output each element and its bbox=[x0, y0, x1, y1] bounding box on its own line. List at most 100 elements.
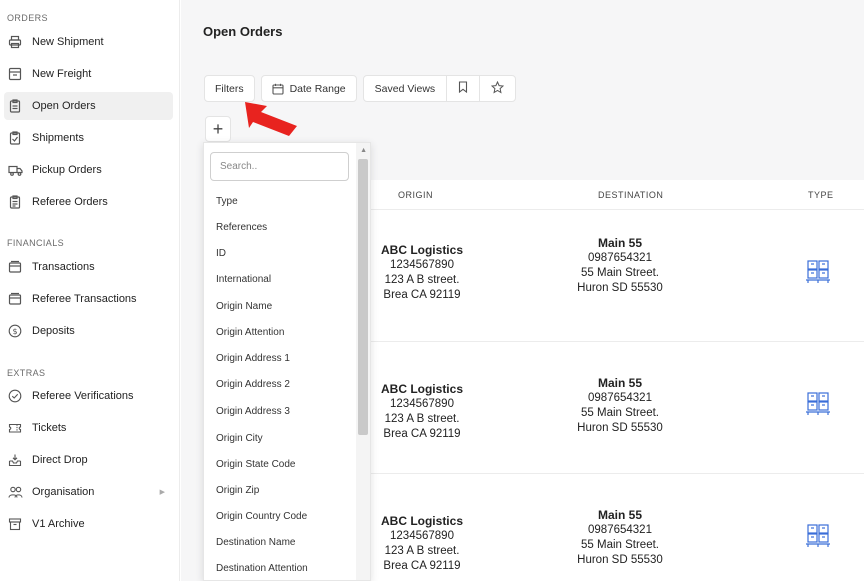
destination-street: 55 Main Street. bbox=[581, 539, 659, 551]
sidebar-item-referee-transactions[interactable]: Referee Transactions bbox=[4, 285, 173, 313]
saved-views-button[interactable]: Saved Views bbox=[364, 76, 448, 101]
column-header-destination[interactable]: DESTINATION bbox=[598, 190, 663, 200]
sidebar-item-label: Referee Transactions bbox=[32, 293, 137, 305]
sidebar: ORDERS New Shipment New Freight Open Ord… bbox=[0, 0, 180, 581]
filter-option-origin-attention[interactable]: Origin Attention bbox=[216, 327, 284, 338]
origin-name: ABC Logistics bbox=[380, 382, 463, 396]
filter-search-input[interactable] bbox=[210, 152, 349, 181]
destination-city: Huron SD 55530 bbox=[577, 282, 663, 294]
sidebar-item-deposits[interactable]: $ Deposits bbox=[4, 317, 173, 345]
destination-city: Huron SD 55530 bbox=[577, 554, 663, 566]
filter-option-origin-zip[interactable]: Origin Zip bbox=[216, 485, 259, 496]
bookmark-button[interactable] bbox=[447, 76, 481, 101]
freight-box-icon bbox=[7, 66, 23, 82]
filter-option-destination-attention[interactable]: Destination Attention bbox=[216, 563, 308, 574]
chevron-right-icon: ▶ bbox=[159, 489, 165, 496]
destination-phone: 0987654321 bbox=[588, 524, 652, 536]
favorite-button[interactable] bbox=[480, 76, 515, 101]
sidebar-item-new-shipment[interactable]: New Shipment bbox=[4, 28, 173, 56]
filter-option-origin-city[interactable]: Origin City bbox=[216, 433, 263, 444]
orders-table: ORIGIN DESTINATION TYPE ABC Logistics 12… bbox=[371, 180, 864, 581]
origin-street: 123 A B street. bbox=[384, 413, 460, 425]
sidebar-item-label: Pickup Orders bbox=[32, 164, 102, 176]
sidebar-item-tickets[interactable]: Tickets bbox=[4, 414, 173, 442]
scroll-up-arrow-icon[interactable]: ▲ bbox=[360, 147, 367, 154]
sidebar-item-label: Deposits bbox=[32, 325, 75, 337]
column-header-type[interactable]: TYPE bbox=[808, 190, 834, 200]
dropdown-scrollbar[interactable]: ▲ bbox=[356, 143, 370, 580]
sidebar-item-v1-archive[interactable]: V1 Archive bbox=[4, 510, 173, 538]
filters-label: Filters bbox=[215, 82, 244, 95]
filter-option-id[interactable]: ID bbox=[216, 248, 226, 259]
date-range-label: Date Range bbox=[289, 82, 346, 95]
saved-views-group: Saved Views bbox=[362, 75, 517, 102]
check-circle-icon bbox=[7, 388, 23, 404]
sidebar-item-label: Organisation bbox=[32, 486, 95, 498]
filter-option-destination-name[interactable]: Destination Name bbox=[216, 537, 295, 548]
column-header-origin[interactable]: ORIGIN bbox=[398, 190, 433, 200]
wallet-icon bbox=[7, 259, 23, 275]
scroll-thumb[interactable] bbox=[358, 159, 368, 435]
table-row[interactable]: ABC Logistics 1234567890 123 A B street.… bbox=[371, 474, 864, 581]
destination-street: 55 Main Street. bbox=[581, 407, 659, 419]
star-icon bbox=[490, 80, 505, 97]
sidebar-item-label: Shipments bbox=[32, 132, 84, 144]
filter-option-international[interactable]: International bbox=[216, 274, 271, 285]
people-icon bbox=[7, 484, 23, 500]
sidebar-item-organisation[interactable]: Organisation ▶ bbox=[4, 478, 173, 506]
filter-option-origin-name[interactable]: Origin Name bbox=[216, 301, 272, 312]
ticket-icon bbox=[7, 420, 23, 436]
sidebar-item-pickup-orders[interactable]: Pickup Orders bbox=[4, 156, 173, 184]
destination-name: Main 55 bbox=[597, 508, 642, 522]
origin-city: Brea CA 92119 bbox=[383, 289, 461, 301]
clipboard-check-icon bbox=[7, 130, 23, 146]
destination-phone: 0987654321 bbox=[588, 252, 652, 264]
origin-name: ABC Logistics bbox=[380, 243, 463, 257]
table-row[interactable]: ABC Logistics 1234567890 123 A B street.… bbox=[371, 210, 864, 342]
archive-icon bbox=[7, 516, 23, 532]
page-title: Open Orders bbox=[203, 24, 283, 39]
sidebar-item-label: Open Orders bbox=[32, 100, 96, 112]
section-title-orders: ORDERS bbox=[7, 13, 48, 23]
freight-pallet-icon bbox=[805, 260, 831, 284]
origin-street: 123 A B street. bbox=[384, 545, 460, 557]
origin-city: Brea CA 92119 bbox=[383, 428, 461, 440]
origin-cell: ABC Logistics 1234567890 123 A B street.… bbox=[377, 514, 467, 574]
destination-cell: Main 55 0987654321 55 Main Street. Huron… bbox=[555, 236, 685, 296]
table-row[interactable]: ABC Logistics 1234567890 123 A B street.… bbox=[371, 342, 864, 474]
destination-phone: 0987654321 bbox=[588, 392, 652, 404]
sidebar-item-referee-verifications[interactable]: Referee Verifications bbox=[4, 382, 173, 410]
origin-name: ABC Logistics bbox=[380, 514, 463, 528]
inbox-drop-icon bbox=[7, 452, 23, 468]
filter-option-origin-address-3[interactable]: Origin Address 3 bbox=[216, 406, 290, 417]
sidebar-item-open-orders[interactable]: Open Orders bbox=[4, 92, 173, 120]
sidebar-item-direct-drop[interactable]: Direct Drop bbox=[4, 446, 173, 474]
sidebar-item-label: New Shipment bbox=[32, 36, 104, 48]
clipboard-list-icon bbox=[7, 194, 23, 210]
section-title-extras: EXTRAS bbox=[7, 368, 46, 378]
origin-city: Brea CA 92119 bbox=[383, 560, 461, 572]
bookmark-icon bbox=[458, 81, 468, 96]
add-filter-button[interactable]: + bbox=[205, 116, 231, 142]
sidebar-item-new-freight[interactable]: New Freight bbox=[4, 60, 173, 88]
wallet-icon bbox=[7, 291, 23, 307]
filter-option-origin-state-code[interactable]: Origin State Code bbox=[216, 459, 296, 470]
destination-street: 55 Main Street. bbox=[581, 267, 659, 279]
origin-phone: 1234567890 bbox=[390, 530, 454, 542]
section-title-financials: FINANCIALS bbox=[7, 238, 65, 248]
destination-cell: Main 55 0987654321 55 Main Street. Huron… bbox=[555, 376, 685, 436]
sidebar-item-referee-orders[interactable]: Referee Orders bbox=[4, 188, 173, 216]
destination-city: Huron SD 55530 bbox=[577, 422, 663, 434]
filter-option-origin-country-code[interactable]: Origin Country Code bbox=[216, 511, 307, 522]
filter-option-origin-address-2[interactable]: Origin Address 2 bbox=[216, 379, 290, 390]
filter-field-dropdown: Type References ID International Origin … bbox=[203, 142, 371, 581]
plus-label: + bbox=[212, 118, 224, 139]
sidebar-item-shipments[interactable]: Shipments bbox=[4, 124, 173, 152]
sidebar-item-label: V1 Archive bbox=[32, 518, 85, 530]
filter-option-type[interactable]: Type bbox=[216, 196, 238, 207]
filter-option-origin-address-1[interactable]: Origin Address 1 bbox=[216, 353, 290, 364]
filter-option-references[interactable]: References bbox=[216, 222, 267, 233]
origin-street: 123 A B street. bbox=[384, 274, 460, 286]
sidebar-item-transactions[interactable]: Transactions bbox=[4, 253, 173, 281]
truck-icon bbox=[7, 162, 23, 178]
